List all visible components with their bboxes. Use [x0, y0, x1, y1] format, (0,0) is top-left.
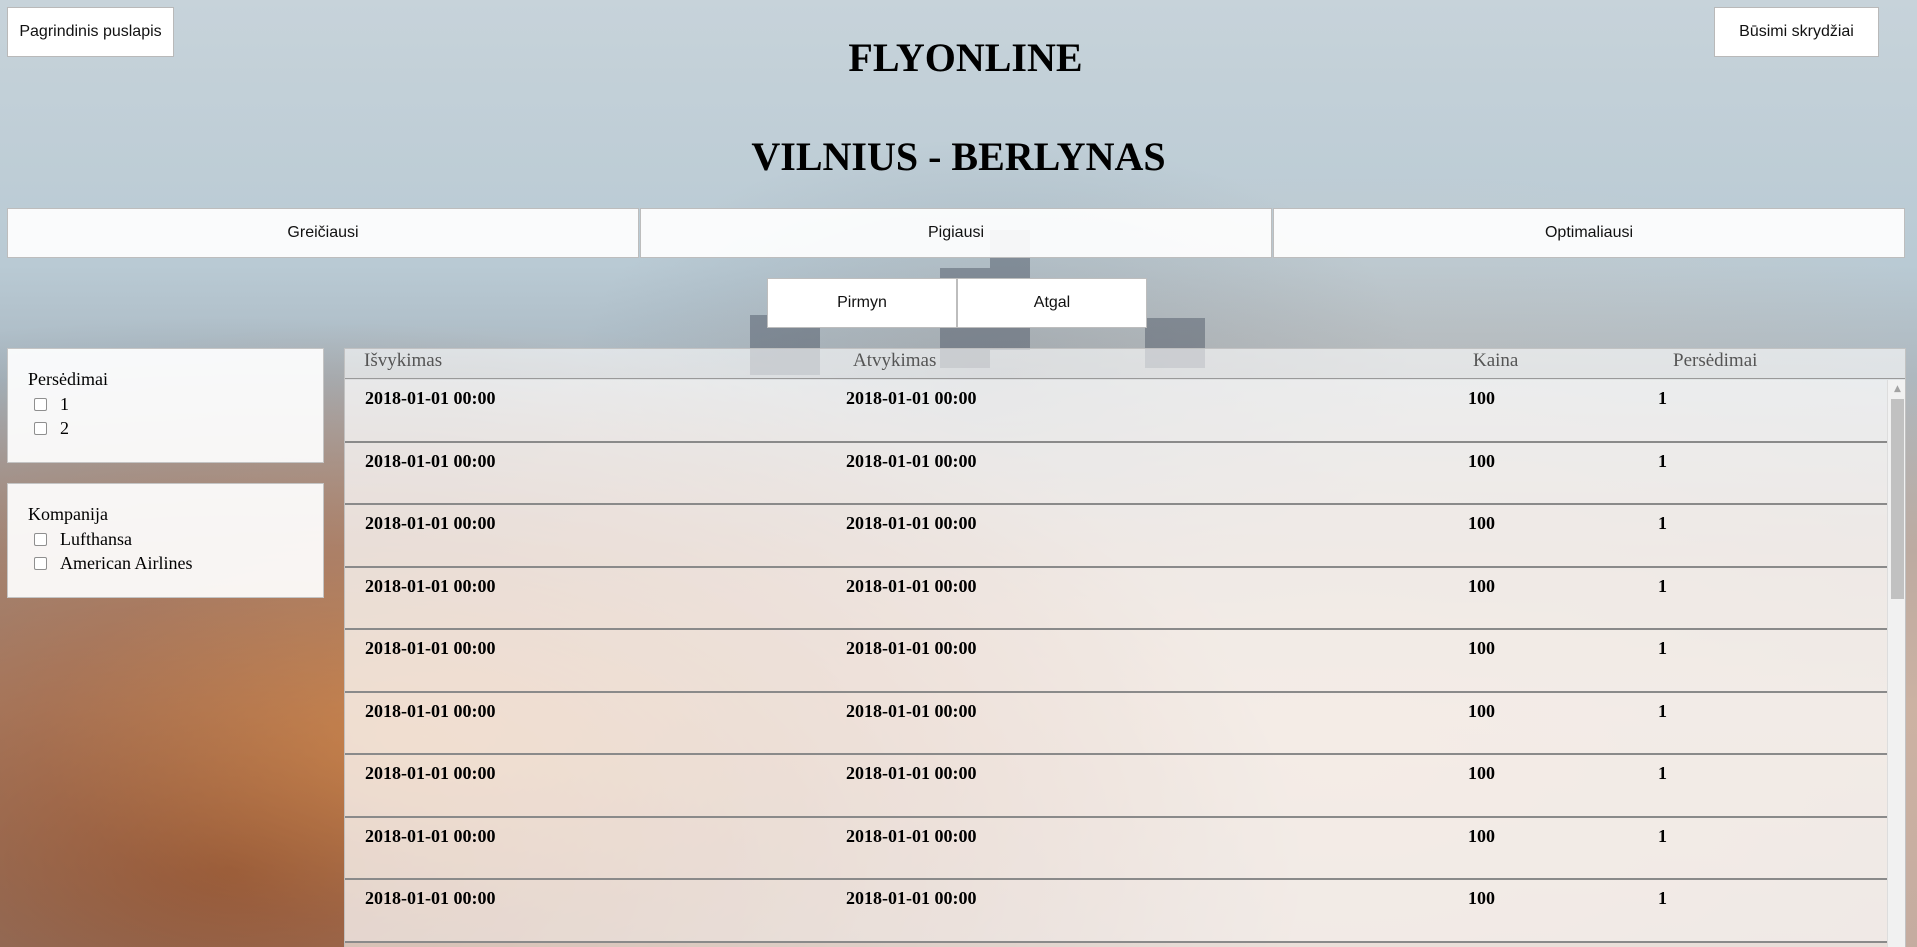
arrival-cell: 2018-01-01 00:00: [846, 513, 977, 533]
column-departure: Išvykimas: [364, 350, 443, 371]
pagination: Pirmyn Atgal: [767, 278, 1147, 328]
company-option-american-airlines: American Airlines: [28, 551, 303, 575]
departure-cell: 2018-01-01 00:00: [365, 888, 496, 908]
sort-fastest-button[interactable]: Greičiausi: [7, 208, 639, 258]
transfers-cell: 1: [1658, 700, 1667, 721]
price-cell: 100: [1468, 513, 1495, 533]
table-row[interactable]: 2018-01-01 00:00 2018-01-01 00:00 100 1: [345, 880, 1887, 943]
lufthansa-label: Lufthansa: [60, 528, 132, 549]
departure-cell: 2018-01-01 00:00: [365, 638, 496, 658]
arrival-cell: 2018-01-01 00:00: [846, 700, 977, 721]
transfers-cell: 1: [1658, 575, 1667, 596]
scroll-up-arrow-icon[interactable]: ▲: [1888, 380, 1905, 397]
column-arrival: Atvykimas: [853, 350, 937, 371]
transfers-cell: 1: [1658, 825, 1667, 846]
transfers-filter-title: Persėdimai: [28, 369, 108, 389]
departure-cell: 2018-01-01 00:00: [365, 763, 496, 783]
company-filter: Kompanija Lufthansa American Airlines: [7, 483, 324, 598]
table-header: Išvykimas Atvykimas Kaina Persėdimai: [345, 349, 1905, 379]
site-title: FLYONLINE: [848, 35, 1083, 80]
price-cell: 100: [1468, 888, 1495, 908]
arrival-cell: 2018-01-01 00:00: [846, 763, 977, 783]
table-row[interactable]: 2018-01-01 00:00 2018-01-01 00:00 100 1: [345, 630, 1887, 693]
price-cell: 100: [1468, 763, 1495, 783]
sort-toolbar: Greičiausi Pigiausi Optimaliausi: [7, 208, 1905, 258]
transfers-filter: Persėdimai 1 2: [7, 348, 324, 463]
transfers-option-2: 2: [28, 416, 303, 440]
departure-cell: 2018-01-01 00:00: [365, 450, 496, 471]
table-row[interactable]: 2018-01-01 00:00 2018-01-01 00:00 100 1: [345, 755, 1887, 818]
arrival-cell: 2018-01-01 00:00: [846, 888, 977, 908]
scrollbar-thumb[interactable]: [1891, 399, 1904, 599]
transfers-2-checkbox[interactable]: [34, 421, 47, 435]
transfers-cell: 1: [1658, 888, 1667, 908]
price-cell: 100: [1468, 638, 1495, 658]
table-scrollbar[interactable]: ▲: [1887, 380, 1905, 947]
price-cell: 100: [1468, 700, 1495, 721]
flights-table: Išvykimas Atvykimas Kaina Persėdimai 201…: [344, 348, 1906, 947]
departure-cell: 2018-01-01 00:00: [365, 513, 496, 533]
transfers-cell: 1: [1658, 388, 1667, 408]
transfers-cell: 1: [1658, 638, 1667, 658]
price-cell: 100: [1468, 450, 1495, 471]
arrival-cell: 2018-01-01 00:00: [846, 638, 977, 658]
transfers-cell: 1: [1658, 763, 1667, 783]
price-cell: 100: [1468, 575, 1495, 596]
forward-button[interactable]: Pirmyn: [767, 278, 957, 328]
arrival-cell: 2018-01-01 00:00: [846, 388, 977, 408]
transfers-1-label: 1: [60, 393, 69, 414]
transfers-1-checkbox[interactable]: [34, 397, 47, 411]
lufthansa-checkbox[interactable]: [34, 532, 47, 546]
arrival-cell: 2018-01-01 00:00: [846, 825, 977, 846]
price-cell: 100: [1468, 388, 1495, 408]
sort-optimal-button[interactable]: Optimaliausi: [1273, 208, 1905, 258]
departure-cell: 2018-01-01 00:00: [365, 700, 496, 721]
price-cell: 100: [1468, 825, 1495, 846]
column-price: Kaina: [1473, 350, 1519, 371]
transfers-cell: 1: [1658, 450, 1667, 471]
company-filter-title: Kompanija: [28, 504, 108, 524]
table-row[interactable]: 2018-01-01 00:00 2018-01-01 00:00 100 1: [345, 442, 1887, 505]
company-option-lufthansa: Lufthansa: [28, 527, 303, 551]
table-row[interactable]: 2018-01-01 00:00 2018-01-01 00:00 100 1: [345, 692, 1887, 755]
table-row[interactable]: 2018-01-01 00:00 2018-01-01 00:00 100 1: [345, 380, 1887, 443]
transfers-cell: 1: [1658, 513, 1667, 533]
table-row[interactable]: 2018-01-01 00:00 2018-01-01 00:00 100 1: [345, 505, 1887, 568]
departure-cell: 2018-01-01 00:00: [365, 388, 496, 408]
arrival-cell: 2018-01-01 00:00: [846, 575, 977, 596]
departure-cell: 2018-01-01 00:00: [365, 825, 496, 846]
route-title: VILNIUS - BERLYNAS: [751, 134, 1166, 179]
departure-cell: 2018-01-01 00:00: [365, 575, 496, 596]
transfers-2-label: 2: [60, 417, 69, 438]
table-row[interactable]: 2018-01-01 00:00 2018-01-01 00:00 100 1: [345, 567, 1887, 630]
table-row[interactable]: 2018-01-01 00:00 2018-01-01 00:00 100 1: [345, 817, 1887, 880]
back-button[interactable]: Atgal: [957, 278, 1147, 328]
column-transfers: Persėdimai: [1673, 350, 1758, 371]
american-airlines-label: American Airlines: [60, 552, 193, 573]
arrival-cell: 2018-01-01 00:00: [846, 450, 977, 471]
american-airlines-checkbox[interactable]: [34, 556, 47, 570]
sort-cheapest-button[interactable]: Pigiausi: [640, 208, 1272, 258]
table-body: 2018-01-01 00:00 2018-01-01 00:00 100 1 …: [345, 380, 1887, 943]
transfers-option-1: 1: [28, 392, 303, 416]
